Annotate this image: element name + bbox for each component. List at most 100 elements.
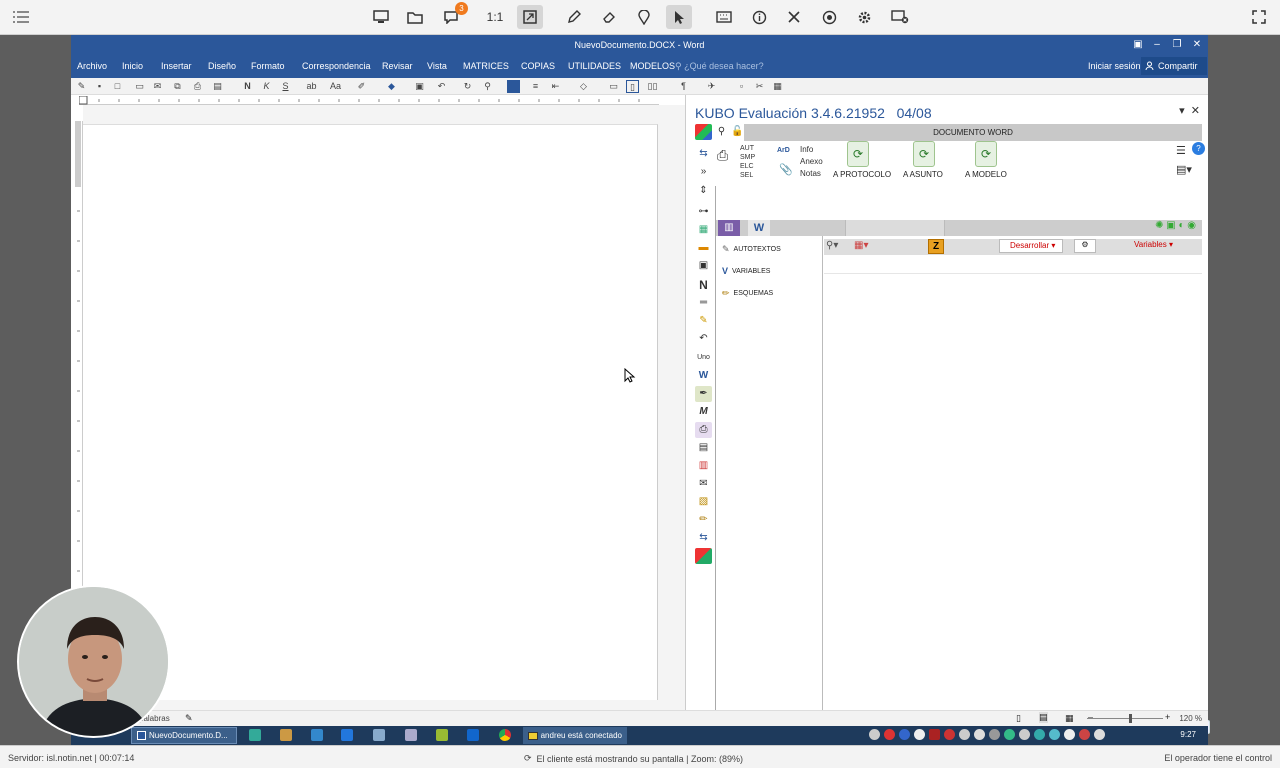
sign-in-link[interactable]: Iniciar sesión bbox=[1088, 61, 1141, 71]
tray-icon-1[interactable] bbox=[869, 729, 880, 740]
minimize-icon[interactable]: – bbox=[1148, 37, 1166, 53]
undo-icon[interactable]: ↶ bbox=[435, 80, 448, 93]
m-script-icon[interactable]: M bbox=[695, 404, 712, 420]
pane-divider[interactable] bbox=[685, 95, 686, 727]
print-icon[interactable]: ⎙ bbox=[191, 80, 204, 93]
tray-icon-6[interactable] bbox=[944, 729, 955, 740]
help-icon[interactable]: ? bbox=[1192, 142, 1205, 155]
record-icon[interactable] bbox=[816, 5, 842, 29]
settings-icon[interactable] bbox=[851, 5, 877, 29]
ruler-icon[interactable]: ✏ bbox=[695, 512, 712, 528]
tab-vista[interactable]: Vista bbox=[427, 61, 447, 71]
doc-dropdown-icon[interactable]: ▤▾ bbox=[1176, 163, 1192, 176]
zoom-percent[interactable]: 120 % bbox=[1179, 714, 1202, 723]
close-x-color-icon[interactable] bbox=[695, 548, 712, 564]
tab-formato[interactable]: Formato bbox=[251, 61, 285, 71]
eraser-small-icon[interactable]: ◇ bbox=[577, 80, 590, 93]
two-pages-icon[interactable]: ▯▯ bbox=[646, 80, 659, 93]
book-icon[interactable]: ▥ bbox=[718, 220, 740, 236]
tray-icon-12[interactable] bbox=[1034, 729, 1045, 740]
scanner-icon[interactable]: ⎙ bbox=[717, 147, 728, 164]
protocolo-doc-icon[interactable]: ⟳ bbox=[847, 141, 869, 167]
line-icon[interactable]: ═ bbox=[695, 295, 712, 311]
variables-dropdown[interactable]: Variables ▾ bbox=[1134, 239, 1182, 253]
tray-icon-10[interactable] bbox=[1004, 729, 1015, 740]
app-icon[interactable] bbox=[373, 729, 385, 741]
ribbon-display-icon[interactable]: ▣ bbox=[1129, 37, 1147, 53]
indent-icon[interactable]: ⇤ bbox=[549, 80, 562, 93]
highlight-icon[interactable]: ab bbox=[305, 80, 318, 93]
tray-icon-7[interactable] bbox=[959, 729, 970, 740]
shield-icon[interactable]: ◆ bbox=[385, 80, 398, 93]
pdf-icon[interactable]: ▥ bbox=[695, 458, 712, 474]
folder-orange-icon[interactable]: ▬ bbox=[695, 240, 712, 256]
fit-screen-icon[interactable] bbox=[517, 5, 543, 29]
tray-icon-5[interactable] bbox=[929, 729, 940, 740]
list-item-autotextos[interactable]: ✎ AUTOTEXTOS bbox=[722, 244, 781, 255]
close-icon[interactable]: ✕ bbox=[1188, 37, 1206, 53]
doc-plus-icon[interactable]: ▦ bbox=[695, 222, 712, 238]
clear-format-icon[interactable]: ✐ bbox=[355, 80, 368, 93]
tab-correspondencia[interactable]: Correspondencia bbox=[302, 61, 371, 71]
clipboard-icon[interactable]: ▦ bbox=[771, 80, 784, 93]
tray-icon-11[interactable] bbox=[1019, 729, 1030, 740]
read-mode-icon[interactable]: ▯ bbox=[1016, 713, 1021, 724]
transfer2-icon[interactable]: ⇆ bbox=[695, 530, 712, 546]
tray-icon-2[interactable] bbox=[884, 729, 895, 740]
stamp-icon[interactable]: ✒ bbox=[695, 386, 712, 402]
link-icon[interactable]: ⊶ bbox=[695, 204, 712, 220]
tray-icon-16[interactable] bbox=[1094, 729, 1105, 740]
envelope-icon[interactable]: ✉ bbox=[695, 476, 712, 492]
tab-modelos[interactable]: MODELOS bbox=[630, 61, 675, 71]
anexo-link[interactable]: Anexo bbox=[800, 157, 823, 166]
a-asunto-button[interactable]: A ASUNTO bbox=[903, 170, 943, 179]
share-button[interactable]: Compartir bbox=[1141, 57, 1207, 75]
tab-inicio[interactable]: Inicio bbox=[122, 61, 143, 71]
uno-icon[interactable]: Uno bbox=[695, 350, 712, 366]
zoom-slider[interactable] bbox=[1087, 718, 1163, 719]
cube-icon[interactable] bbox=[695, 124, 712, 140]
taskbar-clock[interactable]: 9:27 bbox=[1180, 730, 1196, 739]
pointer-icon[interactable] bbox=[666, 5, 692, 29]
floppy-icon[interactable]: ▣ bbox=[695, 258, 712, 274]
a-protocolo-button[interactable]: A PROTOCOLO bbox=[833, 170, 891, 179]
tray-icon-13[interactable] bbox=[1049, 729, 1060, 740]
tab-revisar[interactable]: Revisar bbox=[382, 61, 413, 71]
explorer-icon[interactable] bbox=[280, 729, 292, 741]
ard-icon[interactable]: ArD bbox=[777, 147, 790, 154]
tray-icon-9[interactable] bbox=[989, 729, 1000, 740]
list-view-icon[interactable]: ☰ bbox=[1176, 144, 1186, 157]
label-elc[interactable]: ELC bbox=[740, 163, 754, 170]
tab-utilidades[interactable]: UTILIDADES bbox=[568, 61, 621, 71]
font-size-icon[interactable]: Aa bbox=[329, 80, 342, 93]
layout-icon[interactable]: ▭ bbox=[607, 80, 620, 93]
taskbar-connected-item[interactable]: andreu está conectado bbox=[523, 727, 627, 744]
clipboard-small-icon[interactable]: ▧ bbox=[695, 494, 712, 510]
zoom-icon[interactable]: ⚲ bbox=[481, 80, 494, 93]
tab-copias[interactable]: COPIAS bbox=[521, 61, 555, 71]
print-layout-icon[interactable]: ▯ bbox=[626, 80, 639, 93]
tell-me-search[interactable]: ⚲ ¿Qué desea hacer? bbox=[675, 61, 764, 72]
paste-icon[interactable]: ▣ bbox=[413, 80, 426, 93]
list-item-variables[interactable]: V VARIABLES bbox=[722, 266, 770, 276]
expand-icon[interactable]: ⇕ bbox=[695, 183, 712, 199]
tab-matrices[interactable]: MATRICES bbox=[463, 61, 509, 71]
kubo-bar-select[interactable] bbox=[845, 220, 945, 236]
tray-icon-8[interactable] bbox=[974, 729, 985, 740]
fullscreen-icon[interactable] bbox=[1246, 5, 1272, 29]
tab-insertar[interactable]: Insertar bbox=[161, 61, 192, 71]
copy-icon[interactable]: ⧉ bbox=[171, 80, 184, 93]
chat-icon[interactable]: 3 bbox=[438, 2, 468, 29]
open-icon[interactable]: ▭ bbox=[133, 80, 146, 93]
chrome-icon[interactable] bbox=[499, 729, 511, 741]
printer-icon[interactable]: ⎙ bbox=[695, 422, 712, 438]
word-icon[interactable]: W bbox=[695, 368, 712, 384]
macro-icon[interactable]: ✈ bbox=[705, 80, 718, 93]
pane-close-icon[interactable]: ✕ bbox=[1191, 105, 1200, 117]
attachment-icon[interactable]: 📎 bbox=[779, 163, 793, 176]
a-modelo-button[interactable]: A MODELO bbox=[965, 170, 1007, 179]
tray-icon-14[interactable] bbox=[1064, 729, 1075, 740]
document-app-icon[interactable] bbox=[405, 729, 417, 741]
scissors-icon[interactable]: ✂ bbox=[753, 80, 766, 93]
pen-icon[interactable] bbox=[561, 5, 587, 29]
